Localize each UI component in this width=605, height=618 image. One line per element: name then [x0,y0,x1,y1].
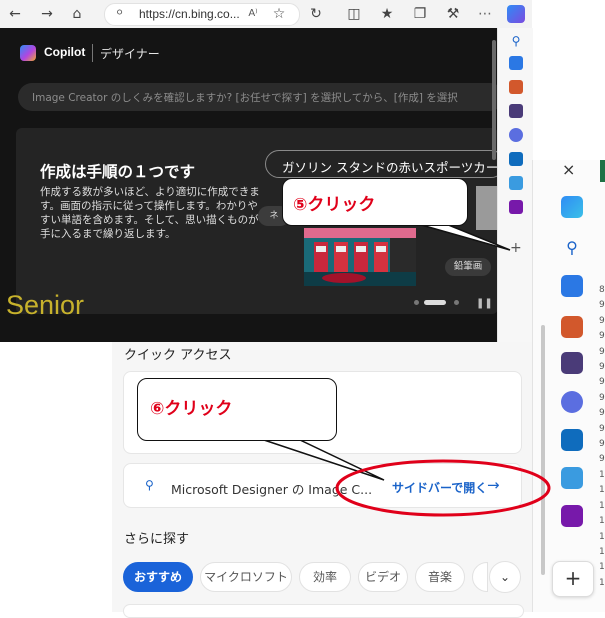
url-text: https://cn.bing.co... [139,7,240,21]
row-number: 9 [599,331,605,342]
games-icon[interactable] [509,104,523,118]
forward-icon[interactable]: → [38,5,56,23]
copilot-title: Copilot [44,45,86,59]
filter-pill-recommended[interactable]: おすすめ [123,562,193,592]
split-screen-icon[interactable]: ◫ [345,5,363,23]
row-number: 9 [599,377,605,388]
row-number: 1 [599,500,605,511]
row-number: 9 [599,408,605,419]
favorites-list-icon[interactable]: ★ [378,5,396,23]
pencil-style-chip[interactable]: 鉛筆画 [445,258,491,276]
row-number: 9 [599,439,605,450]
designer-label: デザイナー [100,47,160,61]
send-icon[interactable] [509,176,523,190]
read-aloud-icon[interactable]: A⁾ [244,5,262,23]
carousel-dot-active[interactable] [424,300,446,305]
quick-access-heading: クイック アクセス [124,348,232,363]
callout-5: ⑤クリック [282,178,468,226]
row-number: 9 [599,346,605,357]
arrow-right-icon[interactable]: → [487,476,500,494]
microsoft365-icon-large[interactable] [561,391,583,413]
edge-sidebar: ⚲ + [497,28,533,342]
browser-toolbar: ← → ⌂ ⚪ https://cn.bing.co... A⁾ ☆ ↻ ◫ ★… [0,0,532,29]
favorite-star-icon[interactable]: ☆ [270,5,288,23]
outlook-icon-large[interactable] [561,429,583,451]
row-number: 1 [599,531,605,542]
next-image-thumbnail[interactable] [476,186,498,230]
chevron-down-icon[interactable]: ⌄ [489,561,521,593]
toolbox-icon-large[interactable] [561,316,583,338]
copilot-logo-icon [20,45,36,61]
more-menu-icon[interactable]: ⋯ [476,5,494,23]
senior-watermark: Senior [6,290,85,320]
row-number: 1 [599,516,605,527]
collections-icon[interactable]: ❐ [411,5,429,23]
callout-6-text: ⑥クリック [150,399,233,419]
carousel-dot[interactable] [454,300,459,305]
content-card[interactable] [123,604,524,618]
gas-station-image[interactable] [304,228,416,286]
search-icon-large[interactable]: ⚲ [561,237,583,259]
row-number: 9 [599,454,605,465]
row-number: 9 [599,315,605,326]
onenote-icon-large[interactable] [561,505,583,527]
open-in-sidebar-link[interactable]: サイドバーで開く [392,479,487,496]
refresh-icon[interactable]: ↻ [307,5,325,23]
carousel-indicator[interactable] [414,300,464,306]
lock-icon: ⚪ [115,6,125,19]
row-number: 1 [599,485,605,496]
panel-scrollbar[interactable] [492,40,496,160]
result-title: Microsoft Designer の Image C... [171,482,373,497]
games-icon-large[interactable] [561,352,583,374]
search-icon: ⚲ [145,478,154,492]
search-icon[interactable]: ⚲ [509,34,523,48]
pause-icon[interactable]: ❚❚ [476,298,493,309]
row-number: 1 [599,577,605,588]
send-icon-large[interactable] [561,467,583,489]
prompt-placeholder: Image Creator のしくみを確認しますか? [お任せで探す] を選択し… [32,92,458,104]
filter-pill-microsoft[interactable]: マイクロソフト [200,562,292,592]
row-number: 9 [599,362,605,373]
onenote-icon[interactable] [509,200,523,214]
example-prompt-button[interactable]: ガソリン スタンドの赤いスポーツカー [265,150,505,178]
copilot-sidebar-icon[interactable] [561,196,583,218]
copilot-toolbar-icon[interactable] [507,5,525,23]
toolbox-icon[interactable] [509,80,523,94]
home-icon[interactable]: ⌂ [68,5,86,23]
spreadsheet-row-numbers: 8 9 9 9 9 9 9 9 9 9 9 9 1 1 1 1 1 1 1 1 [599,283,605,591]
close-icon[interactable]: × [562,160,575,179]
prompt-input[interactable]: Image Creator のしくみを確認しますか? [お任せで探す] を選択し… [18,83,504,111]
carousel-dot[interactable] [414,300,419,305]
explore-more-heading: さらに探す [124,532,190,547]
outlook-icon[interactable] [509,152,523,166]
row-number: 9 [599,300,605,311]
row-number: 1 [599,469,605,480]
row-number: 9 [599,423,605,434]
title-divider [92,44,93,62]
excel-ribbon-strip [600,160,605,182]
shopping-tag-icon-large[interactable] [561,275,583,297]
sidebar-scrollbar[interactable] [541,325,545,575]
filter-pill-efficiency[interactable]: 効率 [299,562,351,592]
example-prompt-text: ガソリン スタンドの赤いスポーツカー [282,160,499,175]
gas-station-illustration [304,228,416,286]
shopping-tag-icon[interactable] [509,56,523,70]
card-heading: 作成は手順の１つです [40,163,196,181]
filter-pill-music[interactable]: 音楽 [415,562,465,592]
back-icon[interactable]: ← [6,5,24,23]
card-body: 作成する数が多いほど、より適切に作成できます。画面の指示に従って操作します。わか… [40,186,260,240]
row-number: 1 [599,562,605,573]
add-sidebar-app-button[interactable]: + [510,240,522,256]
add-button[interactable]: + [552,561,594,597]
filter-pill-video[interactable]: ビデオ [358,562,408,592]
callout-5-text: ⑤クリック [293,195,376,215]
microsoft365-icon[interactable] [509,128,523,142]
extensions-icon[interactable]: ⚒ [444,5,462,23]
row-number: 8 [599,285,605,295]
row-number: 9 [599,392,605,403]
callout-6: ⑥クリック [137,378,337,441]
row-number: 1 [599,546,605,557]
